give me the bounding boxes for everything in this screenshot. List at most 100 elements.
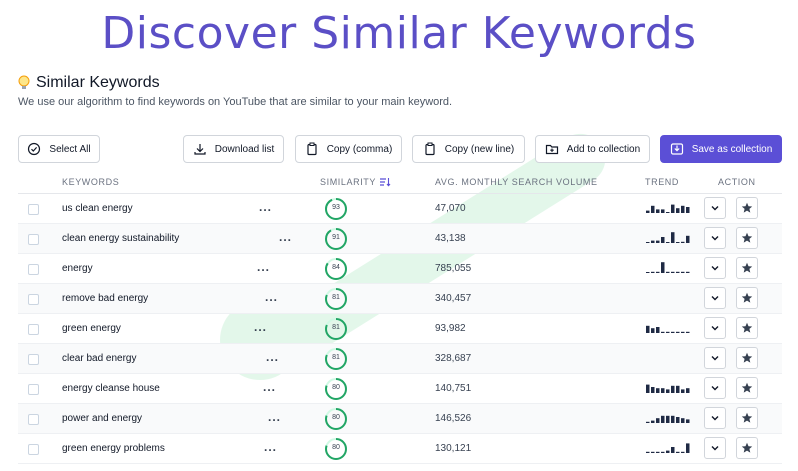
- more-options-icon[interactable]: ...: [268, 410, 281, 424]
- favorite-button[interactable]: [736, 437, 758, 459]
- trend-bar: [666, 271, 670, 273]
- row-checkbox[interactable]: [28, 324, 39, 335]
- search-volume: 146,526: [435, 413, 472, 424]
- similarity-score: 80: [324, 407, 348, 431]
- row-checkbox[interactable]: [28, 264, 39, 275]
- row-checkbox[interactable]: [28, 204, 39, 215]
- similarity-value: 80: [332, 414, 340, 421]
- download-list-button[interactable]: Download list: [183, 135, 284, 163]
- more-options-icon[interactable]: ...: [263, 380, 276, 394]
- trend-bar: [656, 271, 660, 273]
- favorite-button[interactable]: [736, 317, 758, 339]
- add-to-collection-label: Add to collection: [566, 143, 641, 155]
- save-as-collection-label: Save as collection: [691, 143, 773, 155]
- trend-bar: [681, 418, 685, 423]
- favorite-button[interactable]: [736, 257, 758, 279]
- keyword-text[interactable]: remove bad energy: [62, 293, 148, 304]
- table-header: KEYWORDS SIMILARITY AVG. MONTHLY SEARCH …: [18, 170, 782, 194]
- copy-comma-label: Copy (comma): [326, 143, 393, 155]
- chevron-down-icon: [711, 296, 719, 301]
- search-volume: 43,138: [435, 233, 466, 244]
- similarity-value: 81: [332, 324, 340, 331]
- keyword-text[interactable]: clean energy sustainability: [62, 233, 179, 244]
- row-checkbox[interactable]: [28, 294, 39, 305]
- save-as-collection-button[interactable]: Save as collection: [660, 135, 782, 163]
- row-dropdown-button[interactable]: [704, 347, 726, 369]
- more-options-icon[interactable]: ...: [254, 320, 267, 334]
- row-dropdown-button[interactable]: [704, 377, 726, 399]
- row-dropdown-button[interactable]: [704, 197, 726, 219]
- row-dropdown-button[interactable]: [704, 227, 726, 249]
- trend-bar: [656, 240, 660, 243]
- more-options-icon[interactable]: ...: [266, 350, 279, 364]
- trend-bar: [681, 451, 685, 453]
- chevron-down-icon: [711, 326, 719, 331]
- trend-bar: [656, 418, 660, 423]
- trend-bar: [646, 325, 650, 333]
- more-options-icon[interactable]: ...: [257, 260, 270, 274]
- save-icon: [670, 143, 683, 155]
- search-volume: 340,457: [435, 293, 472, 304]
- add-to-collection-button[interactable]: Add to collection: [535, 135, 650, 163]
- trend-bar: [646, 451, 650, 453]
- keyword-text[interactable]: green energy: [62, 323, 121, 334]
- keyword-text[interactable]: energy: [62, 263, 93, 274]
- trend-bar: [686, 419, 690, 423]
- keyword-text[interactable]: energy cleanse house: [62, 383, 160, 394]
- trend-bar: [651, 205, 655, 213]
- search-volume: 47,070: [435, 203, 466, 214]
- trend-bar: [671, 204, 675, 213]
- favorite-button[interactable]: [736, 287, 758, 309]
- copy-newline-button[interactable]: Copy (new line): [412, 135, 525, 163]
- keyword-text[interactable]: clear bad energy: [62, 353, 137, 364]
- more-options-icon[interactable]: ...: [259, 200, 272, 214]
- trend-bar: [676, 208, 680, 213]
- more-options-icon[interactable]: ...: [264, 440, 277, 454]
- favorite-button[interactable]: [736, 347, 758, 369]
- row-checkbox[interactable]: [28, 444, 39, 455]
- row-dropdown-button[interactable]: [704, 317, 726, 339]
- favorite-button[interactable]: [736, 377, 758, 399]
- star-icon: [741, 412, 753, 423]
- favorite-button[interactable]: [736, 407, 758, 429]
- row-checkbox[interactable]: [28, 414, 39, 425]
- trend-bar: [661, 451, 665, 453]
- favorite-button[interactable]: [736, 197, 758, 219]
- keyword-text[interactable]: us clean energy: [62, 203, 133, 214]
- row-dropdown-button[interactable]: [704, 407, 726, 429]
- trend-bar: [686, 388, 690, 393]
- chevron-down-icon: [711, 416, 719, 421]
- trend-sparkline: [646, 384, 690, 393]
- trend-bar: [681, 271, 685, 273]
- row-dropdown-button[interactable]: [704, 287, 726, 309]
- similarity-value: 80: [332, 444, 340, 451]
- header-trend: TREND: [645, 177, 679, 187]
- search-volume: 140,751: [435, 383, 472, 394]
- keyword-text[interactable]: power and energy: [62, 413, 142, 424]
- star-icon: [741, 262, 753, 273]
- similarity-value: 84: [332, 264, 340, 271]
- header-volume[interactable]: AVG. MONTHLY SEARCH VOLUME: [435, 177, 598, 187]
- trend-bar: [651, 451, 655, 453]
- trend-bar: [651, 387, 655, 393]
- header-keywords[interactable]: KEYWORDS: [62, 177, 119, 187]
- toolbar: Select All Download list Copy (comma) Co…: [0, 135, 798, 163]
- header-action: ACTION: [718, 177, 756, 187]
- trend-bar: [646, 421, 650, 423]
- more-options-icon[interactable]: ...: [279, 230, 292, 244]
- row-dropdown-button[interactable]: [704, 437, 726, 459]
- trend-bar: [686, 207, 690, 213]
- row-checkbox[interactable]: [28, 234, 39, 245]
- trend-bar: [671, 415, 675, 423]
- trend-bar: [671, 331, 675, 333]
- header-similarity[interactable]: SIMILARITY: [320, 177, 391, 187]
- copy-comma-button[interactable]: Copy (comma): [295, 135, 402, 163]
- more-options-icon[interactable]: ...: [265, 290, 278, 304]
- select-all-button[interactable]: Select All: [18, 135, 100, 163]
- keyword-text[interactable]: green energy problems: [62, 443, 165, 454]
- lightbulb-icon: [18, 75, 30, 91]
- row-checkbox[interactable]: [28, 354, 39, 365]
- row-checkbox[interactable]: [28, 384, 39, 395]
- favorite-button[interactable]: [736, 227, 758, 249]
- row-dropdown-button[interactable]: [704, 257, 726, 279]
